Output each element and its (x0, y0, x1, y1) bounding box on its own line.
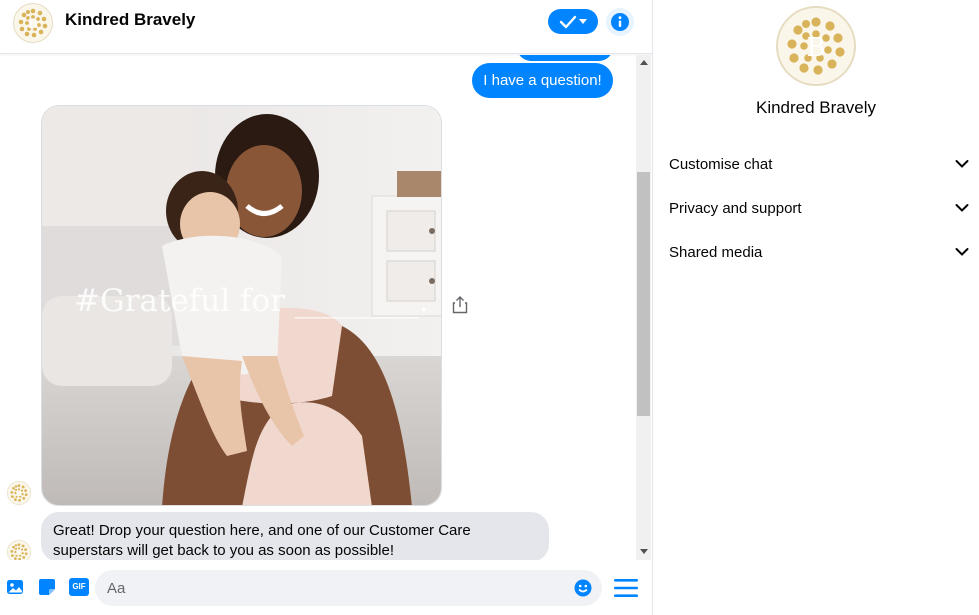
photo-icon[interactable] (6, 578, 24, 596)
message-input[interactable] (107, 570, 567, 606)
gif-icon[interactable]: GIF (69, 578, 89, 596)
mother-and-baby-photo: #Grateful for ________. (42, 106, 441, 505)
incoming-message[interactable]: Great! Drop your question here, and one … (41, 512, 549, 560)
scroll-up-arrow-icon[interactable] (640, 60, 648, 65)
scrollbar-thumb[interactable] (637, 172, 650, 416)
scroll-down-arrow-icon[interactable] (640, 549, 648, 554)
checkmark-icon (559, 15, 577, 28)
section-shared-media[interactable]: Shared media (669, 237, 969, 267)
section-label: Privacy and support (669, 199, 802, 217)
contact-avatar[interactable] (13, 3, 53, 43)
emoji-icon[interactable] (574, 579, 592, 597)
message-list: I have a question! #Grateful for _______… (0, 55, 636, 560)
sticker-icon[interactable] (38, 578, 56, 596)
contact-profile-avatar[interactable] (776, 6, 856, 86)
outgoing-message[interactable]: I have a question! (472, 63, 613, 98)
section-customise-chat[interactable]: Customise chat (669, 149, 969, 179)
chat-window: Kindred Bravely I have a question! #Grat… (0, 0, 652, 615)
message-input-wrapper (95, 570, 602, 606)
sender-avatar[interactable] (7, 481, 31, 505)
message-scrollbar[interactable] (636, 55, 651, 560)
section-label: Customise chat (669, 155, 773, 173)
sender-avatar[interactable] (7, 540, 31, 560)
chevron-down-icon (955, 160, 969, 168)
message-composer: GIF (0, 560, 652, 615)
info-icon (611, 13, 629, 31)
conversation-info-panel: Kindred Bravely Customise chat Privacy a… (653, 0, 979, 615)
contact-name[interactable]: Kindred Bravely (65, 10, 195, 30)
outgoing-message-partial[interactable] (517, 55, 613, 61)
menu-icon[interactable] (613, 577, 639, 599)
section-privacy-support[interactable]: Privacy and support (669, 193, 969, 223)
checkmark-dropdown-button[interactable] (548, 9, 598, 34)
caret-down-icon (579, 18, 587, 24)
image-caption-text: #Grateful for ________. (74, 283, 429, 319)
chevron-down-icon (955, 248, 969, 256)
profile-name: Kindred Bravely (755, 98, 876, 117)
info-button[interactable] (606, 8, 634, 36)
chevron-down-icon (955, 204, 969, 212)
chat-header: Kindred Bravely (0, 0, 652, 54)
share-icon[interactable] (452, 296, 468, 314)
shared-image-message[interactable]: #Grateful for ________. (41, 105, 442, 506)
section-label: Shared media (669, 243, 763, 261)
